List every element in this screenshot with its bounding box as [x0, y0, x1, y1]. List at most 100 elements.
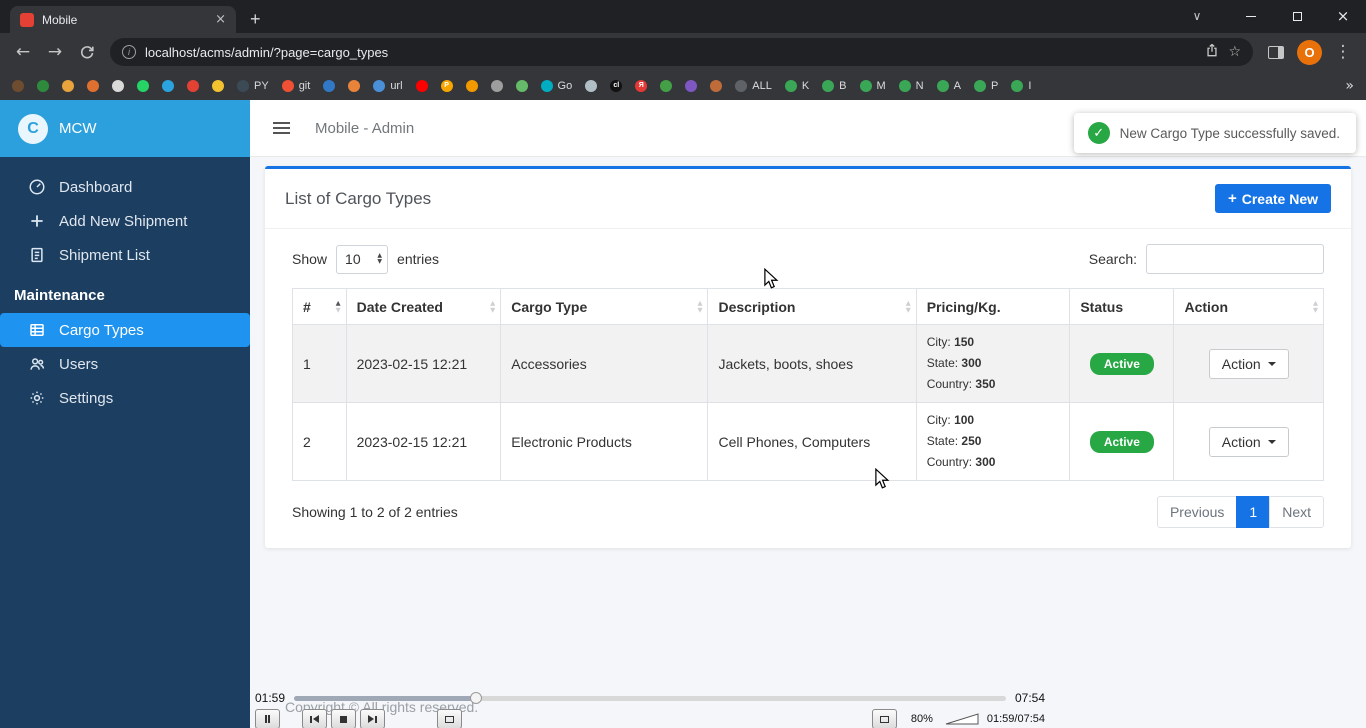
sidebar-item-users[interactable]: Users [0, 347, 250, 381]
bookmark-item[interactable] [416, 80, 428, 92]
brand-header[interactable]: C MCW [0, 100, 250, 157]
page-length-select[interactable]: 10 ▲▼ [336, 245, 388, 274]
tab-close-icon[interactable]: × [215, 12, 226, 27]
bookmark-item[interactable] [137, 80, 149, 92]
site-info-icon[interactable]: i [122, 45, 136, 59]
bookmark-item[interactable]: PY [237, 80, 269, 92]
bookmark-item[interactable] [12, 80, 24, 92]
seek-bar[interactable] [294, 696, 1006, 701]
sidebar-item-label: Settings [59, 390, 113, 407]
share-icon[interactable] [1205, 43, 1219, 61]
bookmark-item[interactable]: A [937, 80, 961, 92]
bookmark-item[interactable]: B [822, 80, 846, 92]
hamburger-menu-icon[interactable] [273, 122, 290, 134]
list-grid-icon [28, 321, 46, 339]
profile-avatar[interactable]: O [1297, 40, 1322, 65]
bookmark-label: url [390, 80, 402, 92]
next-button[interactable] [360, 709, 385, 728]
bookmark-item[interactable] [516, 80, 528, 92]
bookmark-item[interactable]: P [974, 80, 998, 92]
action-dropdown-button[interactable]: Action [1209, 349, 1289, 379]
col-header-date-created[interactable]: Date Created ▲▼ [346, 289, 501, 325]
address-bar[interactable]: i localhost/acms/admin/?page=cargo_types… [110, 38, 1253, 66]
sidebar-item-add-new-shipment[interactable]: Add New Shipment [0, 204, 250, 238]
stop-button[interactable] [331, 709, 356, 728]
sidebar-item-label: Dashboard [59, 179, 132, 196]
bookmark-item[interactable] [87, 80, 99, 92]
bookmark-item[interactable] [112, 80, 124, 92]
bookmark-item[interactable]: Я [635, 80, 647, 92]
search-input[interactable] [1146, 244, 1324, 274]
minimize-button[interactable] [1228, 0, 1274, 32]
bookmark-item[interactable] [491, 80, 503, 92]
bookmark-label: A [954, 80, 961, 92]
bookmark-item[interactable] [62, 80, 74, 92]
bookmark-item[interactable] [466, 80, 478, 92]
tab-search-chevron-icon[interactable]: ∨ [1180, 0, 1214, 32]
bookmark-item[interactable]: Go [541, 80, 573, 92]
bookmark-item[interactable] [37, 80, 49, 92]
brand-logo: C [18, 114, 48, 144]
bookmark-item[interactable] [323, 80, 335, 92]
sort-icon: ▲▼ [697, 300, 702, 314]
bookmark-item[interactable] [660, 80, 672, 92]
col-header-status[interactable]: Status [1070, 289, 1174, 325]
close-button[interactable]: × [1320, 0, 1366, 32]
pagination-next[interactable]: Next [1269, 496, 1324, 528]
bookmark-item[interactable] [162, 80, 174, 92]
sort-icon: ▲▼ [490, 300, 495, 314]
bookmarks-overflow-icon[interactable]: » [1345, 78, 1354, 94]
options-button[interactable] [872, 709, 897, 728]
maximize-button[interactable] [1274, 0, 1320, 32]
action-dropdown-button[interactable]: Action [1209, 427, 1289, 457]
bookmark-item[interactable] [585, 80, 597, 92]
browser-tab[interactable]: Mobile × [10, 6, 236, 33]
capture-button[interactable] [437, 709, 462, 728]
sidebar-item-settings[interactable]: Settings [0, 381, 250, 415]
bookmark-item[interactable] [710, 80, 722, 92]
bookmark-item[interactable]: ALL [735, 80, 772, 92]
bookmark-item[interactable]: cl [610, 80, 622, 92]
bookmark-item[interactable]: I [1011, 80, 1031, 92]
side-panel-icon[interactable] [1261, 37, 1291, 67]
bookmark-star-icon[interactable]: ☆ [1228, 44, 1241, 60]
bookmark-item[interactable]: P [441, 80, 453, 92]
table-header-row: # ▲▼ Date Created ▲▼ Cargo Type ▲▼ Descr… [293, 289, 1324, 325]
reload-icon[interactable] [72, 37, 102, 67]
page-length-control: Show 10 ▲▼ entries [292, 245, 439, 274]
create-new-button[interactable]: + Create New [1215, 184, 1331, 213]
sidebar-item-cargo-types[interactable]: Cargo Types [0, 313, 250, 347]
browser-menu-icon[interactable]: ⋮ [1328, 37, 1358, 67]
pagination-page-1[interactable]: 1 [1236, 496, 1270, 528]
col-header-action[interactable]: Action ▲▼ [1174, 289, 1324, 325]
bookmark-item[interactable]: url [373, 80, 402, 92]
bookmark-item[interactable] [685, 80, 697, 92]
pause-button[interactable] [255, 709, 280, 728]
bookmark-item[interactable]: N [899, 80, 924, 92]
forward-icon[interactable]: → [40, 37, 70, 67]
bookmark-item[interactable] [212, 80, 224, 92]
back-icon[interactable]: ← [8, 37, 38, 67]
card-header: List of Cargo Types + Create New [265, 169, 1351, 229]
bookmark-item[interactable]: K [785, 80, 809, 92]
sidebar-item-label: Add New Shipment [59, 213, 187, 230]
bookmark-item[interactable] [187, 80, 199, 92]
player-knob[interactable] [470, 692, 482, 704]
show-label: Show [292, 251, 327, 267]
col-header-description[interactable]: Description ▲▼ [708, 289, 916, 325]
previous-button[interactable] [302, 709, 327, 728]
bookmark-item[interactable]: M [860, 80, 886, 92]
col-header-number[interactable]: # ▲▼ [293, 289, 347, 325]
volume-wedge-icon[interactable] [945, 713, 979, 725]
bookmark-item[interactable] [348, 80, 360, 92]
new-tab-button[interactable]: + [250, 9, 261, 30]
col-header-pricing[interactable]: Pricing/Kg. [916, 289, 1070, 325]
page-title: List of Cargo Types [285, 189, 431, 209]
sidebar-item-dashboard[interactable]: Dashboard [0, 170, 250, 204]
bookmark-item[interactable]: git [282, 80, 311, 92]
app-page: C MCW Dashboard Add New Shipment Shipmen… [0, 100, 1366, 728]
col-header-cargo-type[interactable]: Cargo Type ▲▼ [501, 289, 708, 325]
sidebar-item-shipment-list[interactable]: Shipment List [0, 238, 250, 272]
sort-icon: ▲▼ [336, 300, 341, 314]
pagination-previous[interactable]: Previous [1157, 496, 1237, 528]
